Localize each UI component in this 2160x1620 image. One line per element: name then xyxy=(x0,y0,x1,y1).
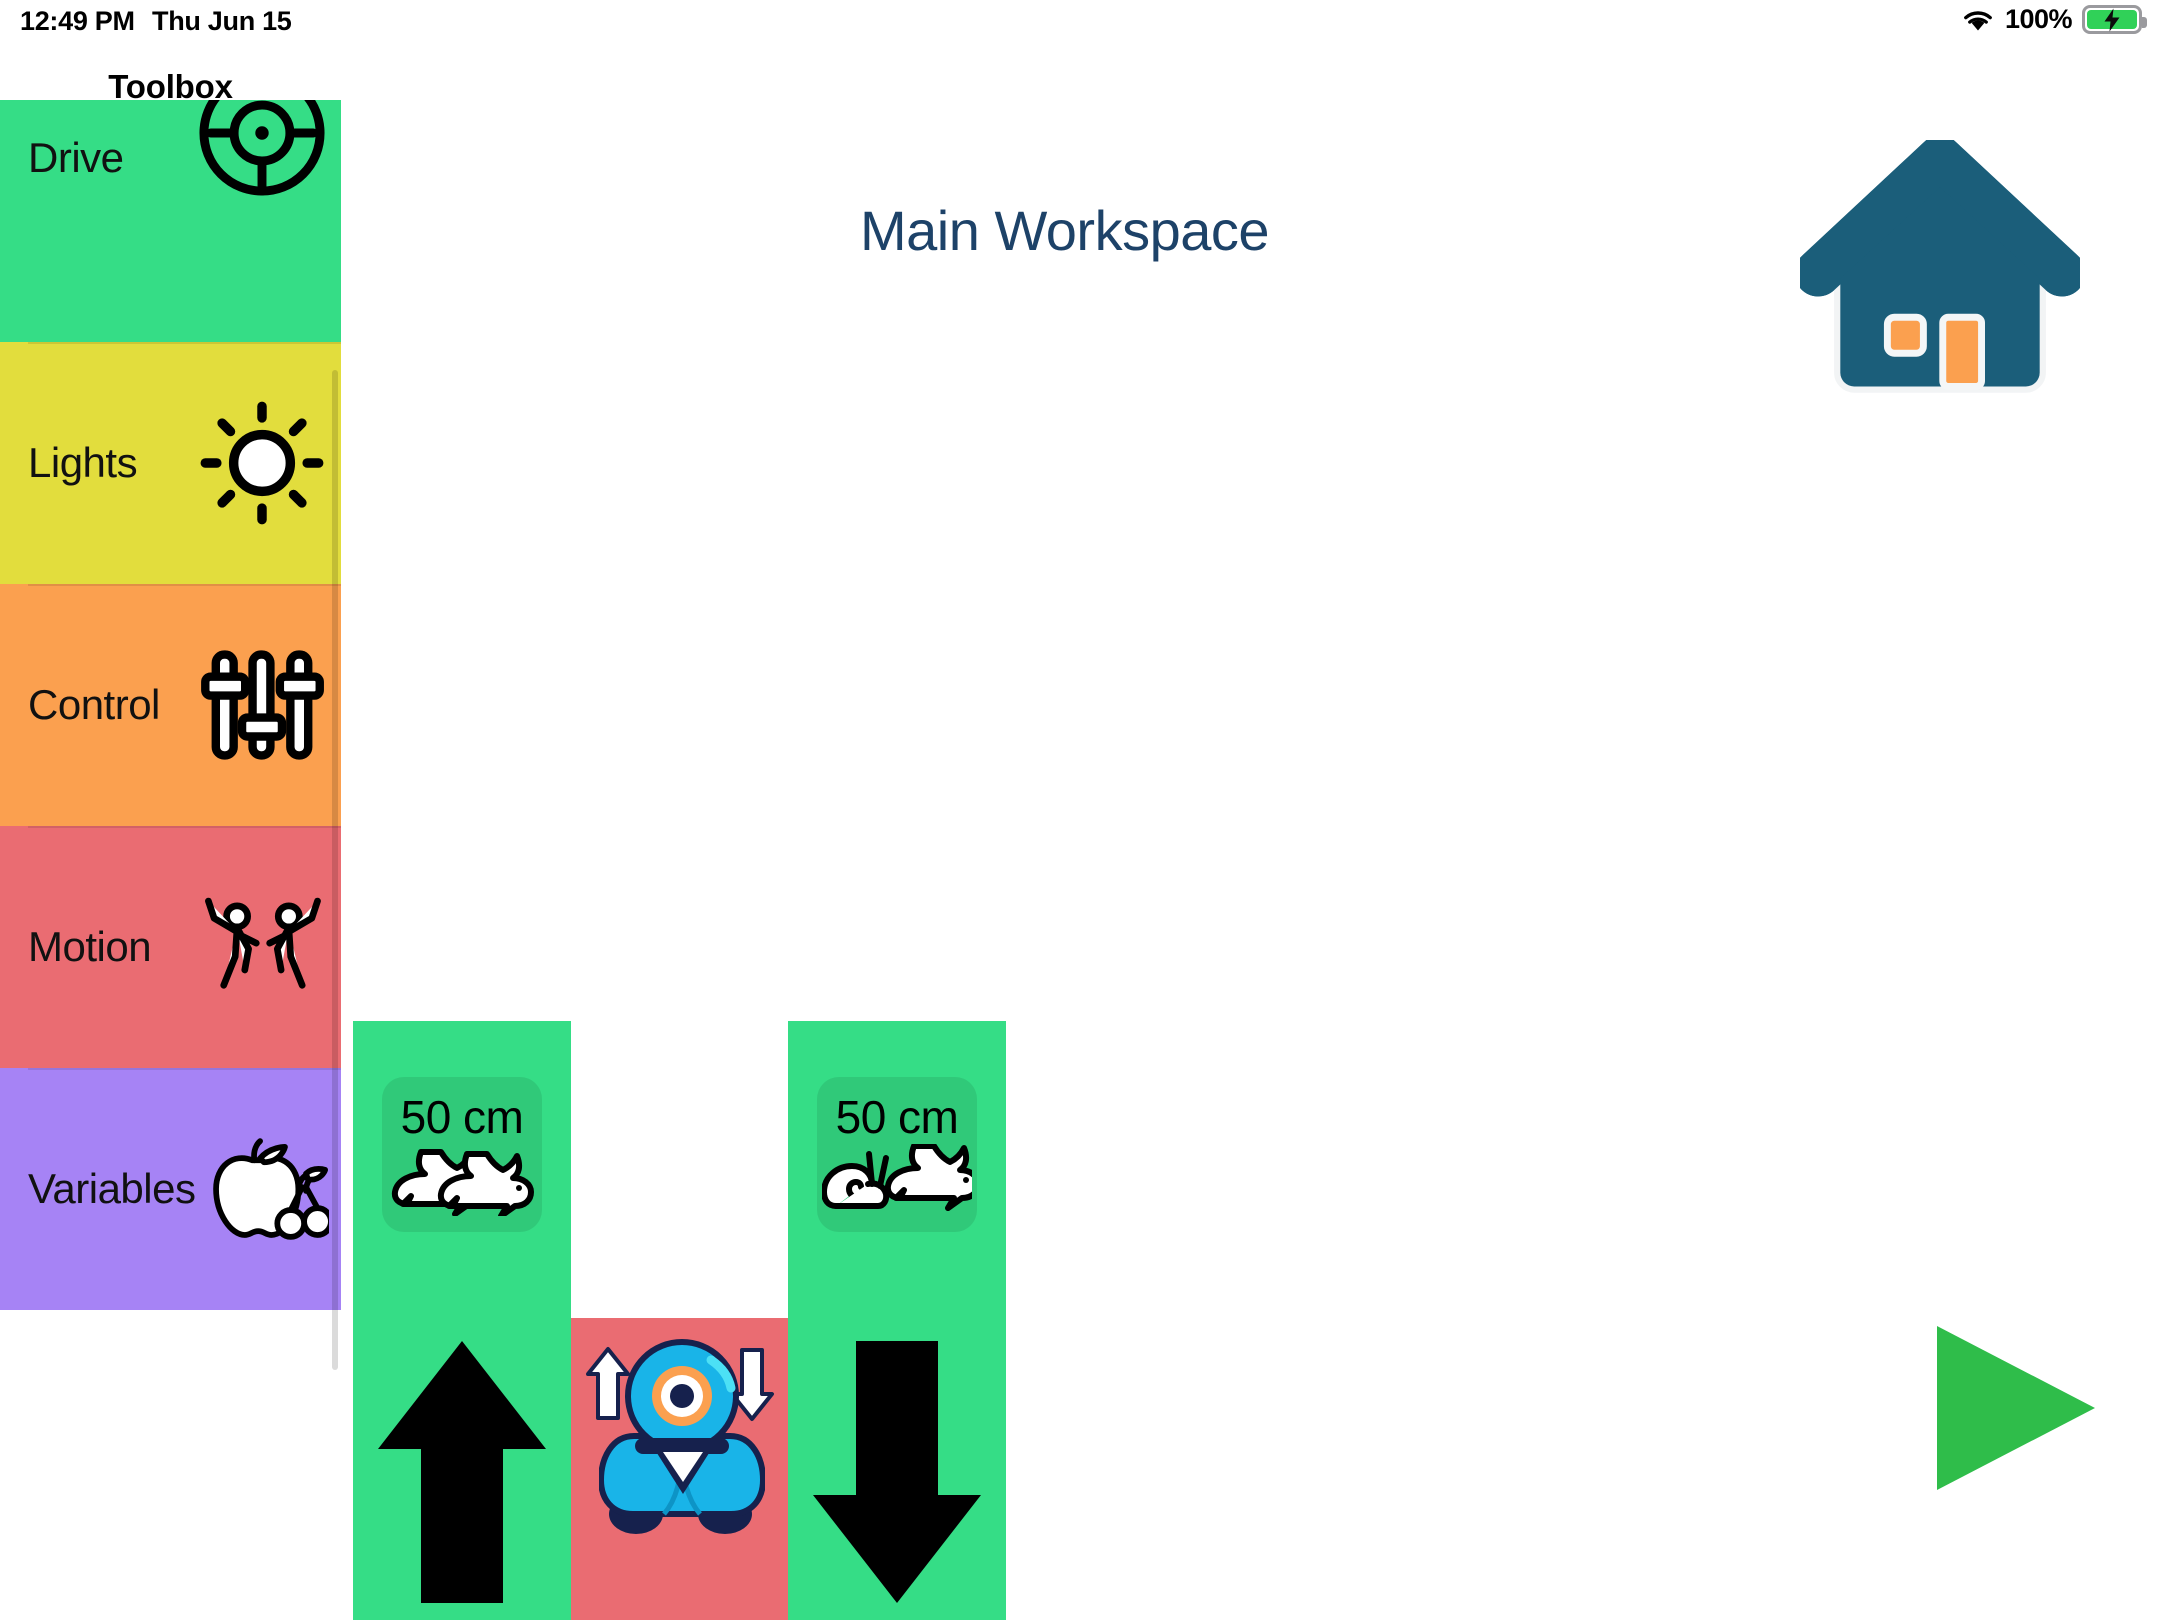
sidebar-item-variables[interactable]: Variables xyxy=(0,1068,341,1310)
sidebar-item-label: Variables xyxy=(28,1165,196,1212)
status-bar-right-group: 100% xyxy=(1961,4,2147,35)
sidebar-item-label: Lights xyxy=(28,439,138,486)
status-bar-time: 12:49 PM xyxy=(20,6,135,36)
lightning-bolt-icon xyxy=(2104,8,2120,31)
snail-rabbit-icon xyxy=(822,1143,972,1211)
divider xyxy=(28,1068,341,1070)
run-program-button[interactable] xyxy=(1925,1322,2105,1494)
sun-icon xyxy=(195,396,329,530)
arrow-down-icon xyxy=(813,1341,981,1603)
status-bar: 12:49 PM Thu Jun 15 100% xyxy=(0,0,2160,42)
dash-robot-icon xyxy=(599,1339,765,1534)
wifi-icon xyxy=(1964,10,1992,30)
sidebar-item-label: Drive xyxy=(28,134,124,181)
sidebar-item-label: Control xyxy=(28,681,160,728)
sidebar-item-control[interactable]: Control xyxy=(0,584,341,826)
play-icon xyxy=(1937,1326,2095,1490)
distance-value: 50 cm xyxy=(400,1090,524,1143)
drive-backward-block[interactable]: 50 cm xyxy=(788,1021,1006,1620)
arrow-up-icon xyxy=(378,1341,546,1603)
battery-charging-icon xyxy=(2082,5,2147,34)
robot-block[interactable] xyxy=(571,1318,788,1620)
sidebar-item-motion[interactable]: Motion xyxy=(0,826,341,1068)
sidebar-item-label: Motion xyxy=(28,923,152,970)
home-button[interactable] xyxy=(1794,127,2086,410)
dancing-people-icon xyxy=(195,880,329,1014)
app-root: 12:49 PM Thu Jun 15 100% Toolbox Drive L… xyxy=(0,0,2160,1620)
drive-forward-block[interactable]: 50 cm xyxy=(353,1021,571,1620)
status-bar-date: Thu Jun 15 xyxy=(152,6,292,36)
distance-parameter[interactable]: 50 cm xyxy=(382,1077,542,1232)
distance-value: 50 cm xyxy=(835,1090,959,1143)
sidebar-item-drive[interactable]: Drive xyxy=(0,100,341,342)
sliders-icon xyxy=(195,638,329,772)
divider xyxy=(28,584,341,586)
toolbox-sidebar[interactable]: Drive Lights Control Motion Variables xyxy=(0,100,341,1620)
page-title: Main Workspace xyxy=(860,199,1270,262)
sidebar-item-lights[interactable]: Lights xyxy=(0,342,341,584)
apple-cherries-icon xyxy=(195,1122,329,1256)
steering-wheel-icon xyxy=(195,100,329,200)
distance-parameter[interactable]: 50 cm xyxy=(817,1077,977,1232)
battery-percent-label: 100% xyxy=(2004,4,2073,34)
home-icon xyxy=(1794,127,2086,393)
sidebar-scrollbar[interactable] xyxy=(332,370,338,1370)
two-rabbits-icon xyxy=(391,1148,534,1216)
divider xyxy=(28,826,341,828)
divider xyxy=(28,342,341,344)
